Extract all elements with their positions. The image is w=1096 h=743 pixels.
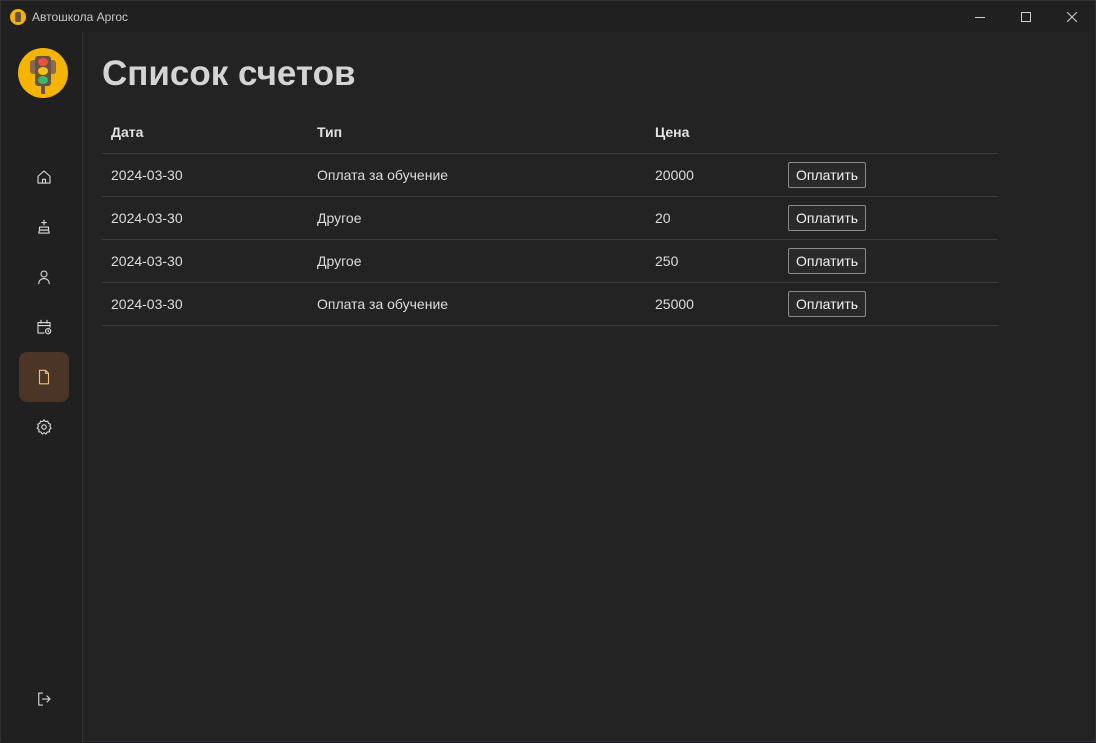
cell-price: 20000 [646,153,779,197]
header-action [779,111,998,154]
cell-action: Оплатить [779,239,998,283]
page-title: Список счетов [102,54,356,93]
table-row: 2024-03-30 Оплата за обучение 20000 Опла… [102,153,998,197]
traffic-light-icon [18,48,68,98]
driver-icon [38,219,50,234]
app-window: Автошкола Аргос Список счетов Дата Тип Ц… [0,0,1096,743]
sidebar-item-schedule[interactable] [19,302,69,352]
title-bar: Автошкола Аргос [1,1,1095,32]
sidebar-item-settings[interactable] [19,402,69,452]
cell-action: Оплатить [779,282,998,326]
cell-type: Оплата за обучение [308,153,646,197]
home-icon [37,170,51,184]
app-logo-icon [10,8,26,25]
cell-date: 2024-03-30 [102,239,308,283]
cell-date: 2024-03-30 [102,153,308,197]
cell-type: Оплата за обучение [308,282,646,326]
main-content: Список счетов Дата Тип Цена 2024-03-30 О… [83,32,1095,742]
cell-type: Другое [308,239,646,283]
sidebar-item-home[interactable] [19,152,69,202]
close-icon [1067,11,1077,22]
bills-table: Дата Тип Цена 2024-03-30 Оплата за обуче… [102,111,998,326]
calendar-clock-icon [37,319,52,335]
cell-price: 25000 [646,282,779,326]
user-icon [38,270,50,285]
cell-date: 2024-03-30 [102,196,308,240]
minimize-button[interactable] [957,1,1003,32]
table-row: 2024-03-30 Другое 20 Оплатить [102,196,998,240]
header-type: Тип [308,111,646,154]
table-row: 2024-03-30 Оплата за обучение 25000 Опла… [102,282,998,326]
maximize-icon [1021,11,1031,22]
header-price: Цена [646,111,779,154]
cell-action: Оплатить [779,153,998,197]
table-header-row: Дата Тип Цена [102,111,998,154]
gear-icon [36,419,52,435]
minimize-icon [975,16,985,18]
window-title: Автошкола Аргос [32,9,129,24]
sidebar-item-profile[interactable] [19,252,69,302]
logout-icon [38,692,51,706]
window-controls [957,1,1095,32]
sidebar [1,32,83,743]
pay-button[interactable]: Оплатить [788,204,867,231]
pay-button[interactable]: Оплатить [788,247,867,274]
cell-price: 250 [646,239,779,283]
logout-button[interactable] [19,674,69,724]
maximize-button[interactable] [1003,1,1049,32]
cell-date: 2024-03-30 [102,282,308,326]
document-icon [38,369,50,385]
cell-type: Другое [308,196,646,240]
sidebar-item-bills[interactable] [19,352,69,402]
close-button[interactable] [1049,1,1095,32]
pay-button[interactable]: Оплатить [788,161,867,188]
cell-action: Оплатить [779,196,998,240]
pay-button[interactable]: Оплатить [788,290,867,317]
header-date: Дата [102,111,308,154]
table-row: 2024-03-30 Другое 250 Оплатить [102,239,998,283]
sidebar-item-driving[interactable] [19,202,69,252]
cell-price: 20 [646,196,779,240]
